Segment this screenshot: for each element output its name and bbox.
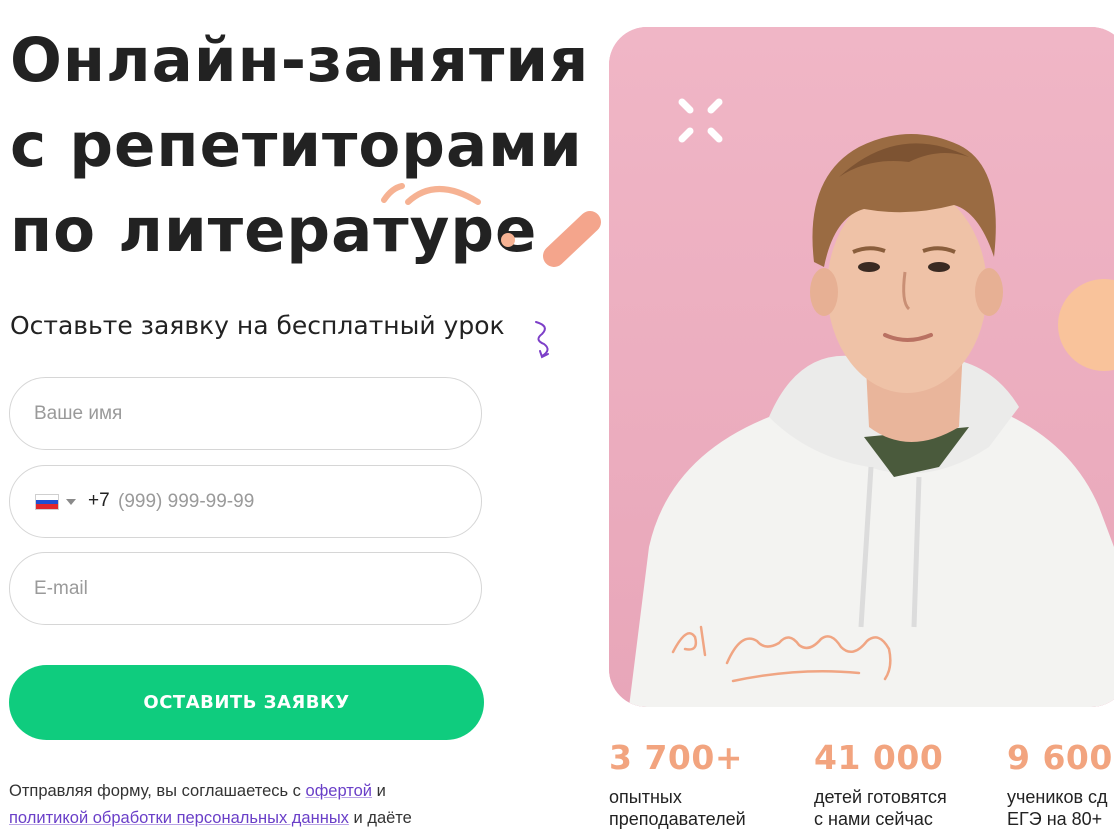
title-line-2: с репетиторами [10,110,583,181]
title-line-1: Онлайн-занятия [10,25,590,96]
name-input[interactable] [34,378,454,449]
stat-number: 9 600+ [1007,738,1114,777]
stat-label: учеников сд ЕГЭ на 80+ [1007,787,1108,829]
consent-text: Отправляя форму, вы соглашаетесь с оферт… [9,778,529,832]
email-input[interactable] [34,553,454,624]
stat-students-now: 41 000 детей готовятся с нами сейчас [814,738,947,830]
student-portrait-image [609,27,1114,707]
submit-button[interactable]: ОСТАВИТЬ ЗАЯВКУ [9,665,484,740]
stat-label: детей готовятся с нами сейчас [814,787,947,829]
email-field[interactable] [9,552,482,625]
phone-country-code: +7 [88,490,110,511]
chevron-down-icon[interactable] [66,499,76,505]
tutor-photo [609,27,1114,707]
name-field[interactable] [9,377,482,450]
decorative-pill-icon [543,211,601,267]
consent-text-middle: и [372,782,386,800]
phone-field[interactable]: +7 [9,465,482,538]
squiggle-arrow-icon [535,321,549,359]
form-subtitle: Оставьте заявку на бесплатный урок [10,311,505,340]
decorative-dot-icon [501,233,515,247]
consent-text-before: Отправляя форму, вы соглашаетесь с [9,782,306,800]
stat-number: 3 700+ [609,738,743,777]
stat-exam-results: 9 600+ учеников сд ЕГЭ на 80+ [1007,738,1114,830]
stat-tutors: 3 700+ опытных преподавателей [609,738,746,830]
stat-number: 41 000 [814,738,944,777]
russia-flag-icon[interactable] [35,494,59,510]
offer-link[interactable]: офертой [306,782,373,800]
consent-text-after: и даёте [348,809,412,827]
phone-input[interactable] [118,466,458,537]
privacy-policy-link[interactable]: политикой обработки персональных данных [9,809,349,827]
decorative-arc-icon [381,183,481,205]
stat-label: опытных преподавателей [609,787,746,829]
